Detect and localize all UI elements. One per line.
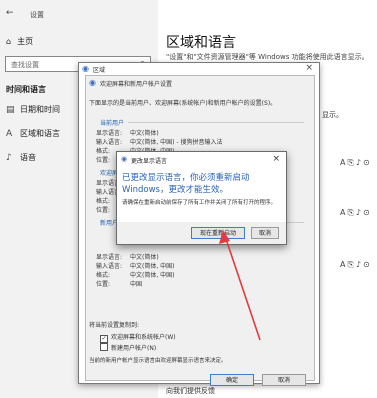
setting-row: 输入语言: 中文(简体, 中国) - 搜狗拼音输入法 — [96, 139, 223, 146]
welcome-dialog-description: 下面显示的是当前用户、欢迎屏幕(系统帐户)和新用户帐户的设置(S)。 — [89, 100, 277, 107]
setting-row: 输入语言: 中文(简体, 中国) — [96, 263, 175, 270]
checkbox-checked-icon: ✓ — [100, 335, 108, 343]
nav-item-label: 区域和语言 — [20, 129, 60, 138]
cancel-button[interactable]: 取消 — [251, 227, 279, 239]
ok-button[interactable]: 确定 — [210, 374, 254, 386]
settings-note: 当前的新用户帐户显示语言由欢迎屏幕显示语言来决定。 — [89, 358, 227, 364]
microphone-icon: ♪ — [6, 153, 12, 163]
setting-row: 显示语言: 中文(简体) — [96, 130, 159, 137]
nav-item-region-language[interactable]: A 区域和语言 — [6, 128, 60, 139]
change-language-dialog: ◉ 更改显示语言 × 已更改显示语言，你必须重新启动 Windows，更改才能生… — [116, 151, 287, 245]
globe-icon: ◉ — [82, 64, 89, 73]
checkbox-new-user[interactable]: 新建用户帐户(N) — [100, 343, 156, 352]
nav-item-label: 日期和时间 — [20, 105, 60, 114]
setting-row: 显示语言: 中文(简体) — [96, 254, 159, 261]
home-icon: ⌂ — [6, 37, 12, 46]
nav-item-speech[interactable]: ♪ 语音 — [6, 152, 36, 163]
search-placeholder: 查找设置 — [11, 61, 39, 69]
language-feature-icons: A⎘♪⊙ — [340, 158, 372, 167]
language-feature-icons: A⎘♪⊙ — [340, 208, 372, 217]
copy-settings-label: 将当前设置复制到: — [89, 322, 140, 329]
partial-text: 显示。 — [322, 111, 343, 119]
checkbox-welcome-screen[interactable]: ✓ 欢迎屏幕和系统帐户(W) — [100, 332, 176, 343]
nav-item-date-time[interactable]: ▤ 日期和时间 — [6, 104, 60, 115]
language-feature-icons: A⎘♪⊙ — [340, 260, 372, 269]
group-label-current-user: 当前用户 — [100, 120, 125, 127]
setting-row: 位置:中国 — [96, 281, 143, 288]
setting-row: 格式:中文(简体, 中国) — [96, 272, 175, 279]
language-icon: A — [6, 129, 13, 139]
checkbox-label: 新建用户帐户(N) — [111, 345, 157, 352]
nav-item-label: 语音 — [20, 153, 36, 162]
dialog-footer: 现在重新启动 取消 — [117, 222, 286, 244]
page-title: 区域和语言 — [166, 35, 236, 51]
close-icon[interactable]: × — [305, 63, 313, 73]
nav-home[interactable]: ⌂ 主页 — [6, 36, 33, 47]
region-dialog-title: 区域 — [93, 67, 106, 74]
section-title: 时间和语言 — [6, 85, 46, 94]
back-arrow-icon[interactable]: ← — [6, 8, 14, 18]
restart-now-button[interactable]: 现在重新启动 — [191, 227, 245, 239]
calendar-icon: ▤ — [6, 105, 15, 115]
checkbox-label: 欢迎屏幕和系统帐户(W) — [111, 334, 176, 341]
checkbox-unchecked-icon — [100, 343, 108, 351]
close-icon[interactable]: × — [272, 154, 280, 164]
window-title: 设置 — [30, 11, 44, 19]
welcome-dialog-title: 欢迎屏幕和新用户帐户设置 — [100, 81, 173, 88]
restart-message: 已更改显示语言，你必须重新启动 Windows，更改才能生效。 — [122, 173, 250, 195]
nav-home-label: 主页 — [17, 37, 34, 46]
restart-warning: 请确保在重新启动前保存了所有工作并关闭了所有打开的程序。 — [122, 200, 277, 206]
globe-icon: ◉ — [121, 155, 128, 163]
feedback-link[interactable]: 向我们提供反馈 — [166, 386, 215, 396]
group-divider — [128, 122, 304, 123]
cancel-button[interactable]: 取消 — [262, 374, 306, 386]
page-description: "设置"和"文件资源管理器"等 Windows 功能将使用此语言显示。 — [166, 53, 369, 61]
change-language-dialog-title: 更改显示语言 — [131, 158, 168, 165]
globe-icon: ◉ — [89, 78, 96, 87]
